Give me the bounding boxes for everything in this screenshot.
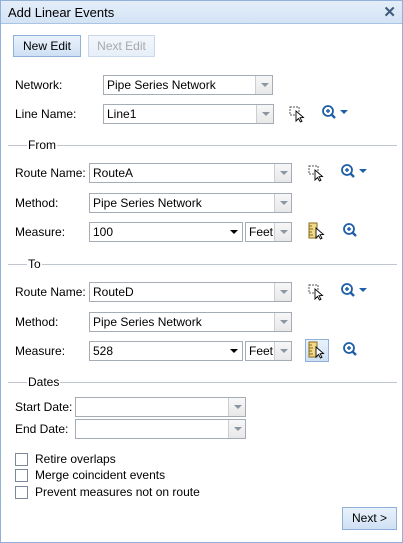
from-method-label: Method:: [15, 196, 59, 210]
end-date-label: End Date:: [15, 422, 69, 436]
to-units-value: Feet: [249, 344, 274, 358]
zoom-to-icon[interactable]: [320, 103, 352, 123]
from-measure-value: 100: [93, 225, 114, 239]
to-section-header: To: [8, 257, 397, 271]
chevron-down-icon[interactable]: [274, 194, 291, 212]
close-icon[interactable]: ✕: [383, 3, 396, 21]
chevron-down-icon[interactable]: [256, 105, 273, 123]
merge-coincident-events-label: Merge coincident events: [35, 468, 166, 482]
select-from-map-icon[interactable]: [287, 104, 309, 124]
to-route-name-select[interactable]: RouteD: [89, 282, 292, 302]
from-route-name-select[interactable]: RouteA: [89, 163, 292, 183]
network-value: Pipe Series Network: [107, 78, 216, 92]
network-label: Network:: [15, 78, 63, 92]
to-measure-label: Measure:: [15, 344, 66, 358]
from-section-header: From: [8, 138, 397, 152]
to-route-name-value: RouteD: [93, 285, 134, 299]
to-measure-value: 528: [93, 344, 114, 358]
chevron-down-icon[interactable]: [228, 420, 245, 438]
from-measure-input[interactable]: 100: [89, 222, 243, 242]
chevron-down-icon[interactable]: [274, 342, 291, 360]
from-measure-label: Measure:: [15, 225, 66, 239]
to-method-label: Method:: [15, 315, 59, 329]
chevron-down-icon[interactable]: [225, 342, 242, 360]
chevron-down-icon[interactable]: [274, 283, 291, 301]
end-date-select[interactable]: [75, 419, 246, 439]
to-method-select[interactable]: Pipe Series Network: [89, 312, 292, 332]
to-units-select[interactable]: Feet: [245, 341, 292, 361]
next-edit-button[interactable]: Next Edit: [88, 35, 155, 57]
from-route-name-value: RouteA: [93, 166, 134, 180]
chevron-down-icon[interactable]: [274, 164, 291, 182]
to-method-value: Pipe Series Network: [93, 315, 202, 329]
network-select[interactable]: Pipe Series Network: [103, 75, 273, 95]
retire-overlaps-checkbox[interactable]: [15, 453, 28, 466]
window-title: Add Linear Events: [8, 5, 115, 20]
measure-from-map-icon[interactable]: [306, 221, 328, 241]
dates-section-title: Dates: [27, 375, 61, 389]
from-section-title: From: [27, 138, 57, 152]
select-from-map-icon[interactable]: [306, 163, 328, 183]
chevron-down-icon[interactable]: [225, 223, 242, 241]
line-name-value: Line1: [107, 107, 137, 121]
prevent-measures-checkbox[interactable]: [15, 486, 28, 499]
chevron-down-icon[interactable]: [274, 223, 291, 241]
zoom-to-icon[interactable]: [339, 281, 371, 301]
dates-section-header: Dates: [8, 375, 397, 389]
to-measure-input[interactable]: 528: [89, 341, 243, 361]
retire-overlaps-label: Retire overlaps: [35, 452, 116, 466]
from-route-name-label: Route Name:: [15, 166, 86, 180]
chevron-down-icon[interactable]: [255, 76, 272, 94]
from-units-select[interactable]: Feet: [245, 222, 292, 242]
zoom-to-icon[interactable]: [340, 340, 362, 360]
add-linear-events-panel: Add Linear Events ✕ New Edit Next Edit N…: [0, 0, 403, 543]
merge-coincident-events-checkbox[interactable]: [15, 469, 28, 482]
start-date-label: Start Date:: [15, 400, 73, 414]
prevent-measures-label: Prevent measures not on route: [35, 485, 200, 499]
next-button[interactable]: Next >: [342, 507, 397, 530]
start-date-select[interactable]: [75, 397, 246, 417]
line-name-select[interactable]: Line1: [103, 104, 274, 124]
zoom-to-icon[interactable]: [340, 221, 362, 241]
from-method-select[interactable]: Pipe Series Network: [89, 193, 292, 213]
new-edit-button[interactable]: New Edit: [13, 35, 81, 57]
chevron-down-icon[interactable]: [274, 313, 291, 331]
from-units-value: Feet: [249, 225, 274, 239]
zoom-to-icon[interactable]: [339, 162, 371, 182]
title-bar: Add Linear Events ✕: [1, 1, 402, 24]
chevron-down-icon[interactable]: [228, 398, 245, 416]
select-from-map-icon[interactable]: [306, 282, 328, 302]
measure-from-map-icon[interactable]: [305, 339, 329, 362]
from-method-value: Pipe Series Network: [93, 196, 202, 210]
to-route-name-label: Route Name:: [15, 285, 86, 299]
line-name-label: Line Name:: [15, 107, 77, 121]
to-section-title: To: [27, 257, 42, 271]
